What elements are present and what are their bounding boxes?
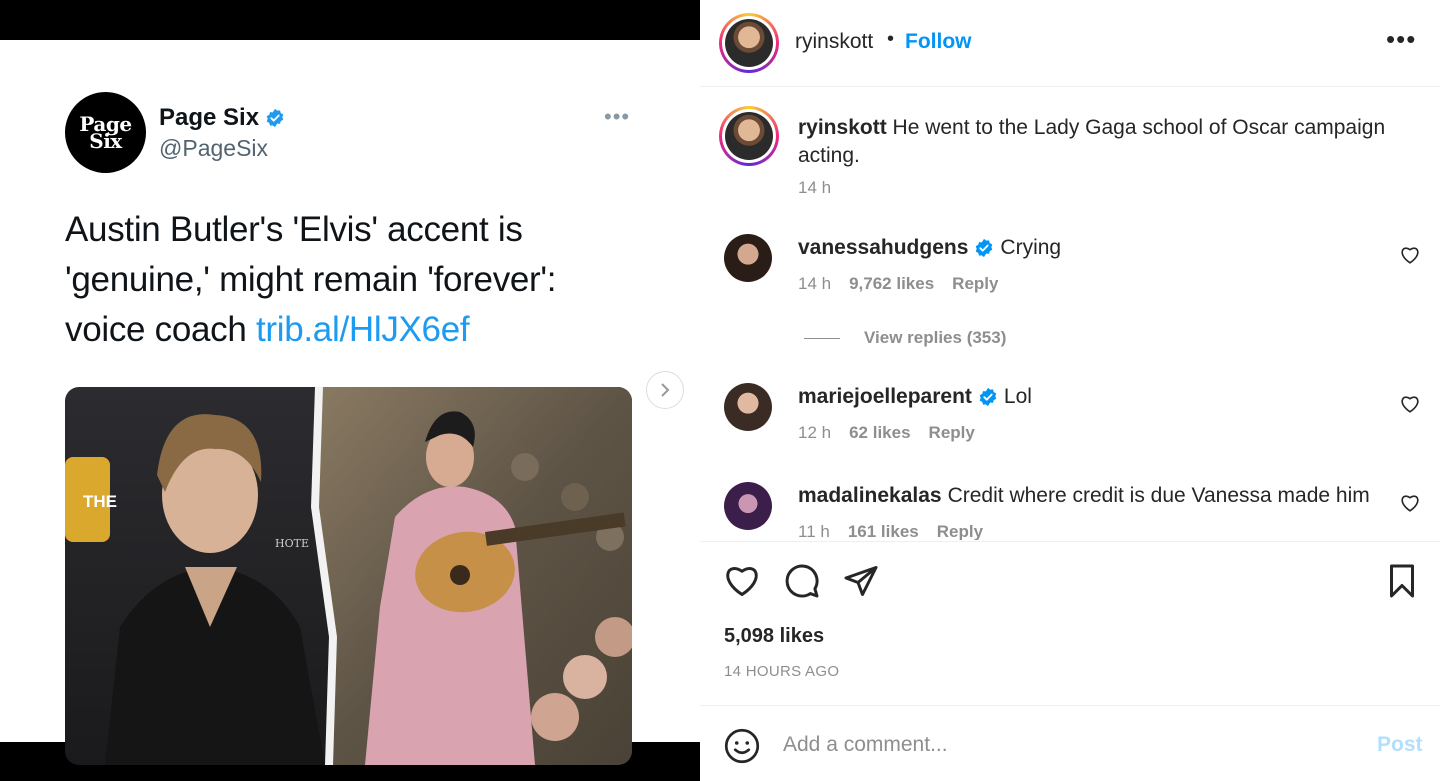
caption-avatar[interactable] (719, 106, 779, 166)
avatar[interactable] (724, 234, 772, 282)
tweet-photo: THE HOTE (65, 387, 632, 765)
heart-icon[interactable] (724, 563, 760, 599)
comment-likes[interactable]: 9,762 likes (849, 274, 934, 294)
photo-illustration: THE HOTE (65, 387, 632, 765)
reply-button[interactable]: Reply (952, 274, 998, 294)
comment-text: Crying (1000, 236, 1062, 259)
tweet-link: trib.al/HlJX6ef (255, 310, 470, 349)
heart-icon[interactable] (1400, 246, 1420, 264)
verified-icon (976, 238, 993, 258)
post-time: 14 HOURS AGO (724, 663, 840, 680)
comment-meta: 11 h 161 likes Reply (798, 522, 983, 540)
comment-username[interactable]: madalinekalas (798, 484, 942, 508)
header-username[interactable]: ryinskott (795, 30, 873, 54)
caption: ryinskott He went to the Lady Gaga schoo… (798, 114, 1408, 170)
sign-text: THE (83, 492, 117, 511)
avatar[interactable] (719, 13, 779, 73)
comment-input[interactable] (783, 728, 1343, 762)
divider (804, 337, 840, 339)
tweet-author-name: Page Six (159, 104, 260, 131)
comment-username[interactable]: mariejoelleparent (798, 385, 972, 409)
comment-username[interactable]: vanessahudgens (798, 236, 968, 260)
caption-username[interactable]: ryinskott (798, 116, 887, 139)
share-icon[interactable] (843, 563, 879, 599)
comment-text: Lol (1003, 385, 1032, 408)
comment-time: 12 h (798, 423, 832, 442)
view-replies-button[interactable]: View replies (353) (804, 328, 1006, 348)
comment-body: madalinekalas Credit where credit is due… (798, 484, 1370, 508)
avatar[interactable] (724, 383, 772, 431)
post-header: ryinskott • Follow ••• (700, 0, 1440, 87)
post-media: Page Six Page Six @PageSix ••• Austin Bu… (0, 0, 700, 781)
action-bar: 5,098 likes 14 HOURS AGO (700, 541, 1440, 705)
post-panel: ryinskott • Follow ••• ryinskott He went… (700, 0, 1440, 781)
comment-meta: 12 h 62 likes Reply (798, 423, 975, 443)
heart-icon[interactable] (1400, 395, 1420, 413)
tweet-avatar: Page Six (65, 92, 146, 173)
comment-likes[interactable]: 62 likes (849, 423, 910, 443)
reply-button[interactable]: Reply (937, 522, 983, 540)
more-icon: ••• (604, 104, 631, 129)
post-button[interactable]: Post (1377, 733, 1423, 757)
comment-icon[interactable] (784, 563, 820, 599)
separator-dot: • (887, 28, 895, 50)
chevron-right-icon[interactable] (646, 371, 684, 409)
follow-button[interactable]: Follow (905, 30, 972, 54)
sign-text-2: HOTE (275, 537, 309, 550)
comment-text: Credit where credit is due Vanessa made … (947, 484, 1370, 507)
caption-text: He went to the Lady Gaga school of Oscar… (798, 116, 1386, 167)
more-icon[interactable]: ••• (1386, 24, 1416, 55)
comment-body: mariejoelleparent Lol (798, 385, 1032, 409)
comment-meta: 14 h 9,762 likes Reply (798, 274, 998, 294)
verified-icon (979, 387, 997, 407)
comments-list[interactable]: ryinskott He went to the Lady Gaga schoo… (700, 88, 1440, 540)
comment-likes[interactable]: 161 likes (848, 522, 919, 540)
view-replies-label[interactable]: View replies (353) (864, 328, 1006, 348)
add-comment-bar: Post (700, 705, 1440, 781)
caption-time: 14 h (798, 178, 832, 197)
comment-time: 11 h (798, 522, 830, 540)
tweet-text: Austin Butler's 'Elvis' accent is 'genui… (65, 205, 625, 355)
avatar[interactable] (724, 482, 772, 530)
tweet-author: Page Six (159, 104, 285, 132)
heart-icon[interactable] (1400, 494, 1420, 512)
reply-button[interactable]: Reply (929, 423, 975, 443)
bookmark-icon[interactable] (1384, 563, 1420, 599)
emoji-icon[interactable] (724, 728, 760, 764)
tweet-screenshot: Page Six Page Six @PageSix ••• Austin Bu… (0, 40, 700, 765)
comment-time: 14 h (798, 274, 832, 293)
like-count[interactable]: 5,098 likes (724, 625, 824, 648)
tweet-handle: @PageSix (159, 135, 269, 161)
verified-icon (266, 108, 284, 128)
comment-body: vanessahudgens Crying (798, 236, 1061, 260)
tweet-avatar-line2: Six (89, 128, 122, 153)
